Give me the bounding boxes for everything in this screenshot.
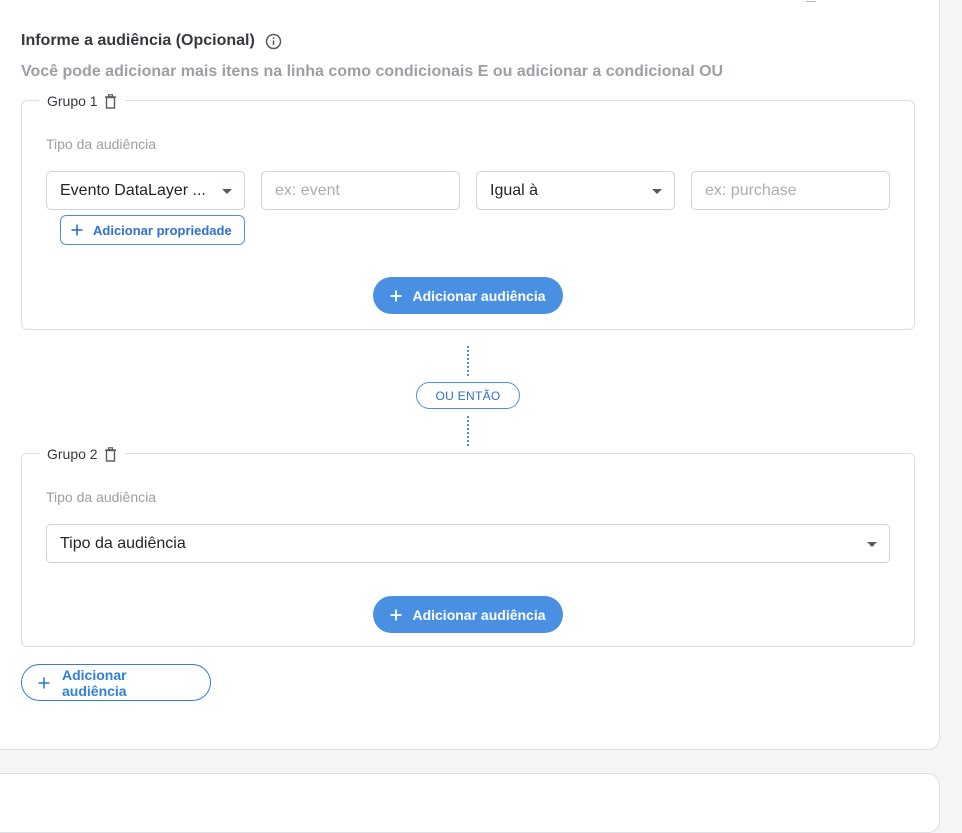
add-audience-button[interactable]: Adicionar audiência — [373, 277, 563, 314]
group-legend: Grupo 2 — [39, 444, 125, 464]
audience-group-1: Grupo 1 Tipo da audiência Evento DataLay… — [21, 91, 915, 330]
plus-icon — [38, 677, 50, 689]
add-property-button[interactable]: Adicionar propriedade — [60, 215, 245, 245]
section-subtitle: Você pode adicionar mais itens na linha … — [21, 63, 724, 80]
audience-type-select[interactable]: Evento DataLayer ... — [46, 171, 245, 210]
info-icon[interactable] — [265, 33, 282, 50]
section-heading: Informe a audiência (Opcional) — [21, 31, 282, 51]
add-audience-button[interactable]: Adicionar audiência — [373, 596, 563, 633]
add-audience-label: Adicionar audiência — [412, 287, 546, 304]
audience-type-label: Tipo da audiência — [46, 489, 157, 505]
property-input[interactable]: ex: event — [261, 171, 460, 210]
chevron-down-icon — [652, 189, 662, 194]
property-placeholder: ex: event — [275, 181, 340, 199]
operator-value: Igual à — [490, 181, 539, 199]
value-input[interactable]: ex: purchase — [691, 171, 890, 210]
audience-type-select[interactable]: Tipo da audiência — [46, 524, 890, 563]
collapsed-icon-hint — [806, 0, 816, 2]
plus-icon — [390, 290, 402, 302]
plus-icon — [390, 609, 402, 621]
trash-icon[interactable] — [104, 93, 117, 109]
group-label: Grupo 2 — [47, 446, 98, 462]
add-property-label: Adicionar propriedade — [93, 222, 232, 238]
connector-line — [467, 346, 469, 376]
connector-line — [467, 416, 469, 446]
plus-icon — [71, 224, 83, 236]
add-audience-label: Adicionar audiência — [412, 606, 546, 623]
group-label: Grupo 1 — [47, 93, 98, 109]
chevron-down-icon — [867, 542, 877, 547]
next-section-card — [0, 773, 940, 833]
audience-type-value: Tipo da audiência — [60, 534, 186, 552]
chevron-down-icon — [222, 189, 232, 194]
add-audience-group-button[interactable]: Adicionar audiência — [21, 664, 211, 701]
value-placeholder: ex: purchase — [705, 181, 797, 199]
audience-type-label: Tipo da audiência — [46, 136, 157, 152]
operator-select[interactable]: Igual à — [476, 171, 675, 210]
add-audience-group-label: Adicionar audiência — [62, 666, 127, 699]
audience-group-2: Grupo 2 Tipo da audiência Tipo da audiên… — [21, 444, 915, 647]
trash-icon[interactable] — [104, 446, 117, 462]
group-legend: Grupo 1 — [39, 91, 125, 111]
or-separator-badge: OU ENTÃO — [416, 382, 520, 409]
section-title: Informe a audiência (Opcional) — [21, 32, 255, 49]
audience-type-value: Evento DataLayer ... — [60, 181, 206, 199]
